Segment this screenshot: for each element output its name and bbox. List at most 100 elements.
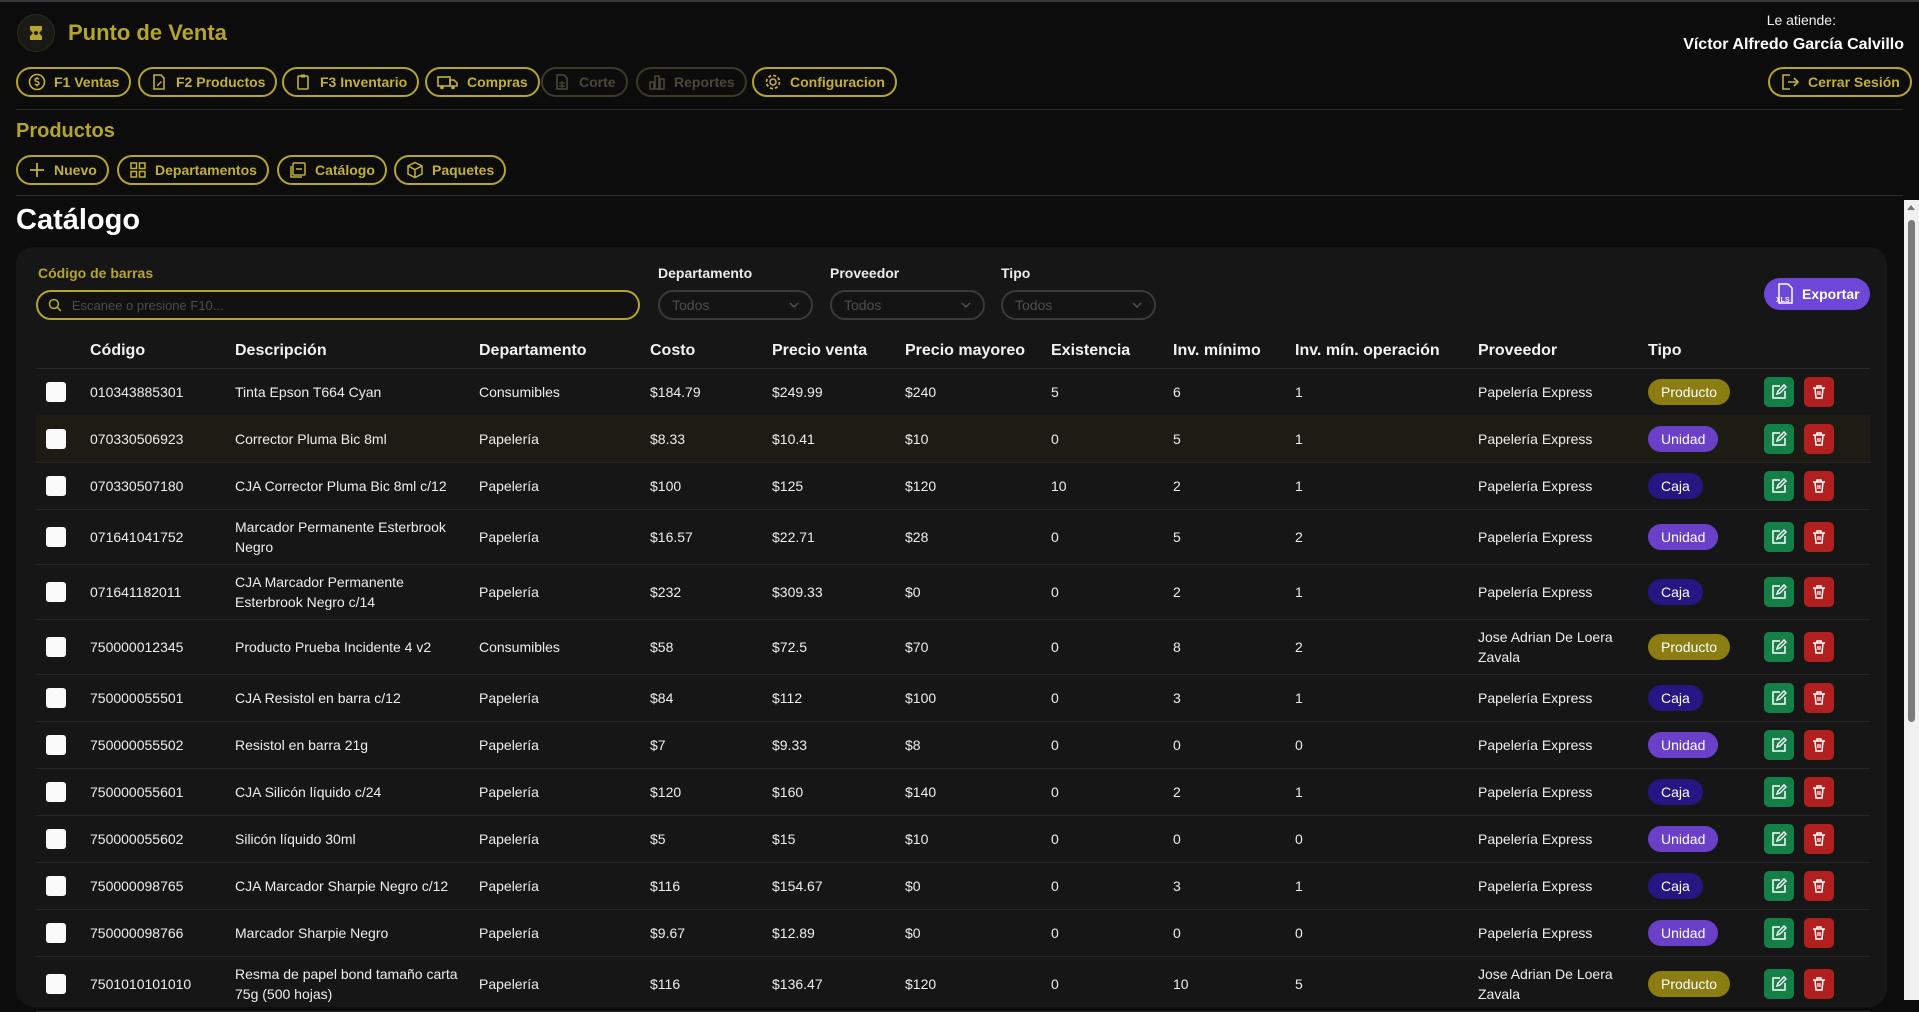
col-precio-mayoreo[interactable]: Precio mayoreo (905, 342, 1025, 360)
action-label: Catálogo (315, 162, 375, 178)
col-existencia[interactable]: Existencia (1051, 342, 1130, 360)
cell-inv-minimo: 8 (1173, 638, 1181, 655)
col-precio-venta[interactable]: Precio venta (772, 342, 867, 360)
edit-button[interactable] (1764, 576, 1794, 607)
row-checkbox[interactable] (46, 781, 66, 802)
col-proveedor[interactable]: Proveedor (1478, 342, 1557, 360)
table-row[interactable]: 750000012345 Producto Prueba Incidente 4 … (36, 619, 1870, 675)
table-row[interactable]: 750000098765 CJA Marcador Sharpie Negro c… (36, 862, 1870, 910)
row-checkbox[interactable] (46, 526, 66, 547)
scroll-up-arrow[interactable] (1907, 205, 1915, 210)
row-checkbox[interactable] (46, 581, 66, 602)
edit-button[interactable] (1764, 823, 1794, 854)
col-codigo[interactable]: Código (90, 342, 145, 360)
logout-button[interactable]: Cerrar Sesión (1768, 67, 1912, 97)
table-row[interactable]: 7501010101010 Resma de papel bond tamaño … (36, 956, 1870, 1012)
edit-button[interactable] (1764, 968, 1794, 999)
col-descripcion[interactable]: Descripción (235, 342, 327, 360)
table-row[interactable]: 750000055601 CJA Silicón líquido c/24 Pape… (36, 768, 1870, 816)
cell-precio-mayoreo: $0 (905, 583, 921, 600)
delete-button[interactable] (1804, 823, 1834, 854)
type-select[interactable]: Todos (1001, 290, 1156, 320)
col-tipo[interactable]: Tipo (1648, 342, 1681, 360)
scrollbar-thumb[interactable] (1908, 220, 1915, 722)
nav-compras-button[interactable]: Compras (425, 67, 540, 97)
edit-button[interactable] (1764, 377, 1794, 407)
edit-icon (1772, 384, 1787, 399)
cell-inv-min-operacion: 1 (1295, 384, 1303, 400)
table-row[interactable]: 010343885301 Tinta Epson T664 Cyan Consumi… (36, 369, 1870, 416)
barcode-input[interactable] (69, 296, 628, 314)
spreadsheet-icon (556, 74, 568, 90)
table-row[interactable]: 750000098766 Marcador Sharpie Negro Papele… (36, 909, 1870, 957)
row-checkbox[interactable] (46, 973, 66, 994)
edit-button[interactable] (1764, 682, 1794, 713)
col-inv-min-operacion[interactable]: Inv. mín. operación (1295, 342, 1440, 360)
table-row[interactable]: 750000055602 Silicón líquido 30ml Papelerí… (36, 815, 1870, 863)
delete-button[interactable] (1804, 423, 1834, 454)
nav-inventario-button[interactable]: F3 Inventario (282, 67, 420, 97)
delete-button[interactable] (1804, 682, 1834, 713)
nav-ventas-button[interactable]: F1 Ventas (16, 67, 132, 97)
cell-precio-mayoreo: $10 (905, 430, 929, 447)
col-departamento[interactable]: Departamento (479, 342, 587, 360)
cell-proveedor: Papelería Express (1478, 736, 1593, 753)
cell-descripcion: CJA Resistol en barra c/12 (235, 689, 401, 706)
row-checkbox[interactable] (46, 734, 66, 755)
edit-button[interactable] (1764, 870, 1794, 901)
delete-button[interactable] (1804, 968, 1834, 999)
row-checkbox[interactable] (46, 428, 66, 449)
col-inv-minimo[interactable]: Inv. mínimo (1173, 342, 1261, 360)
delete-button[interactable] (1804, 631, 1834, 662)
delete-button[interactable] (1804, 776, 1834, 807)
nav-reportes-button[interactable]: Reportes (636, 67, 747, 97)
edit-button[interactable] (1764, 917, 1794, 948)
table-row[interactable]: 071641182011 CJA Marcador Permanente Este… (36, 564, 1870, 620)
catalog-button[interactable]: Catálogo (277, 155, 387, 185)
row-checkbox[interactable] (46, 875, 66, 896)
edit-button[interactable] (1764, 423, 1794, 454)
delete-button[interactable] (1804, 521, 1834, 552)
edit-button[interactable] (1764, 729, 1794, 760)
table-row[interactable]: 070330506923 Corrector Pluma Bic 8ml Papel… (36, 415, 1870, 463)
delete-button[interactable] (1804, 870, 1834, 901)
nav-productos-button[interactable]: F2 Productos (138, 67, 278, 97)
delete-button[interactable] (1804, 729, 1834, 760)
table-row[interactable]: 070330507180 CJA Corrector Pluma Bic 8ml … (36, 462, 1870, 510)
table-row[interactable]: 750000055502 Resistol en barra 21g Papeler… (36, 721, 1870, 769)
row-checkbox[interactable] (46, 636, 66, 657)
table-row[interactable]: 750000055501 CJA Resistol en barra c/12 Pa… (36, 674, 1870, 722)
table-row[interactable]: 071641041752 Marcador Permanente Esterbro… (36, 509, 1870, 565)
header-divider (16, 109, 1903, 110)
type-badge: Unidad (1648, 425, 1719, 452)
cell-costo: $84 (650, 689, 674, 706)
type-badge: Caja (1648, 684, 1703, 711)
new-product-button[interactable]: Nuevo (16, 155, 109, 185)
delete-button[interactable] (1804, 576, 1834, 607)
edit-button[interactable] (1764, 521, 1794, 552)
edit-button[interactable] (1764, 631, 1794, 662)
edit-button[interactable] (1764, 776, 1794, 807)
col-costo[interactable]: Costo (650, 342, 695, 360)
nav-label: Compras (467, 74, 528, 90)
row-checkbox[interactable] (46, 687, 66, 708)
vertical-scrollbar[interactable] (1904, 200, 1919, 1000)
edit-button[interactable] (1764, 470, 1794, 501)
row-checkbox[interactable] (46, 382, 66, 402)
action-label: Paquetes (432, 162, 495, 178)
row-checkbox[interactable] (46, 475, 66, 496)
delete-button[interactable] (1804, 917, 1834, 948)
row-checkbox[interactable] (46, 922, 66, 943)
delete-button[interactable] (1804, 470, 1834, 501)
export-button[interactable]: XLS Exportar (1764, 278, 1870, 310)
delete-button[interactable] (1804, 377, 1834, 407)
nav-configuracion-button[interactable]: Configuracion (752, 67, 897, 97)
row-checkbox[interactable] (46, 828, 66, 849)
provider-select[interactable]: Todos (830, 290, 985, 320)
department-select[interactable]: Todos (658, 290, 813, 320)
barcode-search[interactable] (36, 290, 640, 320)
nav-corte-button[interactable]: Corte (541, 67, 628, 97)
departments-button[interactable]: Departamentos (117, 155, 269, 185)
trash-icon (1813, 784, 1825, 799)
packages-button[interactable]: Paquetes (394, 155, 507, 185)
